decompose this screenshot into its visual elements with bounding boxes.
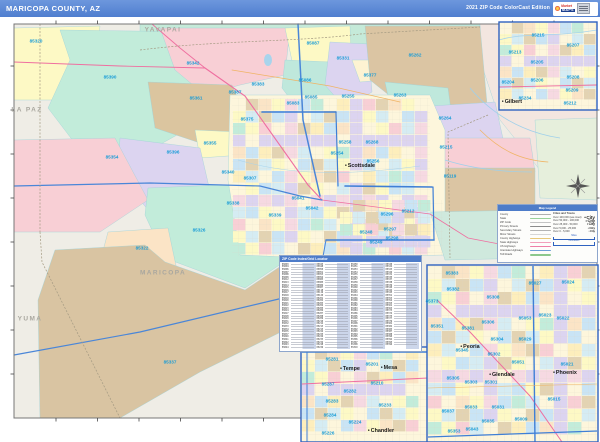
zip-index-row: 85310: [351, 345, 383, 349]
zip-index-row: 85249: [316, 345, 348, 349]
inset-gilbert: [498, 21, 598, 111]
legend-scalebars: Miles Kilometers: [553, 235, 595, 246]
logo-sun-icon: [555, 6, 560, 11]
zip-index-column: 85320 85322 85323 85326 85331 85335 85337 85338…: [385, 263, 419, 349]
zip-index-row: 85044: [282, 345, 314, 349]
legend-line-samples: County State ZIP Code Primary Streets Second…: [500, 212, 551, 257]
logo-fineprint: [576, 3, 590, 14]
legend-row: Toll Roads: [500, 253, 551, 257]
logo-maps-text: MAPS: [561, 7, 575, 12]
legend-box: Map Legend County State ZIP Code Primary St…: [497, 204, 598, 263]
page-title: MARICOPA COUNTY, AZ: [6, 4, 101, 13]
zip-index-row: 85396: [385, 343, 417, 347]
brand-logo: Market MAPS: [553, 1, 598, 16]
edition-label: 2021 ZIP Code ColorCast Edition: [466, 5, 550, 11]
zip-index-column: 85045 85048 85050 85051 85053 85054 85083 85085…: [316, 263, 350, 349]
scalebar: Kilometers: [553, 240, 595, 246]
legend-city-classes: Over 100,000 (see inset)CityOver 50,000 …: [553, 215, 595, 234]
inset-phoenix: [426, 264, 599, 442]
header-bar: MARICOPA COUNTY, AZ 2021 ZIP Code ColorC…: [0, 0, 600, 17]
inset-tempe: [300, 346, 429, 442]
legend-city-row: Over 0 - 5,000City: [553, 230, 595, 234]
zip-index-column: 85003 85004 85006 85007 85008 85009 85012 85013…: [282, 263, 316, 349]
zip-index-column: 85250 85251 85253 85254 85255 85256 85257 85258…: [351, 263, 385, 349]
zip-index-table: ZIP Code Index/Grid Locator 85003 85004 85…: [279, 255, 422, 352]
map-poster: MARICOPA COUNTY, AZ 2021 ZIP Code ColorC…: [0, 0, 600, 442]
